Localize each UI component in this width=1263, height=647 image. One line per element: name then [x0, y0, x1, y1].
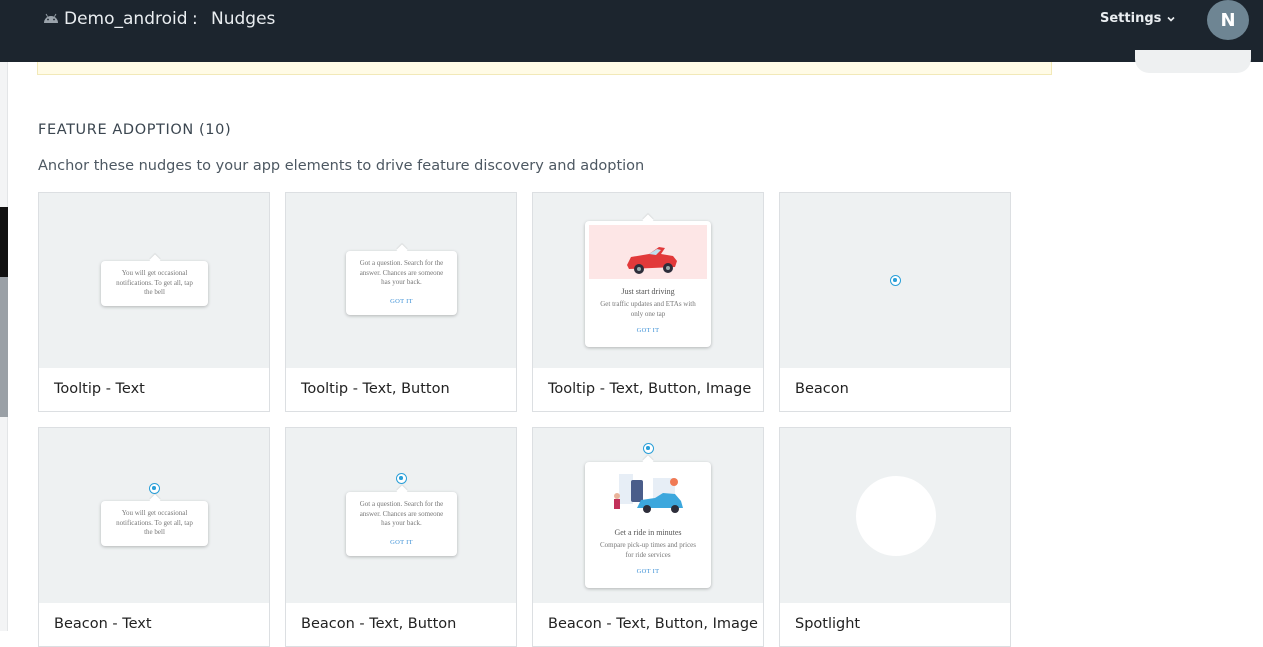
card-label: Tooltip - Text: [54, 381, 145, 397]
sidebar-edge: [0, 62, 8, 631]
nudge-card-spotlight[interactable]: Spotlight: [779, 427, 1011, 647]
tooltip-text: You will get occasional notifications. T…: [116, 509, 193, 536]
spotlight-circle: [856, 476, 936, 556]
action-button-edge[interactable]: [1135, 50, 1251, 73]
nudge-card-beacon[interactable]: Beacon: [779, 192, 1011, 412]
tooltip-text: Compare pick-up times and prices for rid…: [599, 541, 697, 559]
avatar[interactable]: N: [1207, 0, 1249, 40]
card-preview: You will get occasional notifications. T…: [39, 193, 269, 368]
beacon-icon: [396, 473, 407, 484]
card-label: Beacon - Text, Button, Image: [548, 616, 758, 632]
car-illustration: [589, 225, 707, 279]
card-label: Tooltip - Text, Button, Image: [548, 381, 752, 397]
beacon-icon: [149, 483, 160, 494]
card-preview: Got a question. Search for the answer. C…: [286, 193, 516, 368]
card-label: Beacon: [795, 381, 849, 397]
car-icon: [627, 247, 677, 274]
got-it-button: GOT IT: [390, 297, 413, 305]
tooltip-title: Just start driving: [621, 287, 675, 296]
nudge-card-tooltip-text-button-image[interactable]: Just start driving Get traffic updates a…: [532, 192, 764, 412]
tooltip-text: Get traffic updates and ETAs with only o…: [600, 300, 696, 318]
top-bar: Demo_android : Nudges Settings N: [0, 0, 1263, 62]
got-it-button: GOT IT: [636, 327, 660, 334]
got-it-button: GOT IT: [636, 568, 660, 575]
section-description: Anchor these nudges to your app elements…: [38, 158, 645, 174]
breadcrumb-separator: :: [192, 9, 198, 29]
tooltip-preview: Got a question. Search for the answer. C…: [346, 492, 457, 556]
sidebar-edge-dark: [0, 207, 8, 277]
nudge-card-beacon-text-button[interactable]: Got a question. Search for the answer. C…: [285, 427, 517, 647]
card-label: Beacon - Text, Button: [301, 616, 457, 632]
sidebar-edge-gray: [0, 277, 8, 417]
section-title: FEATURE ADOPTION (10): [38, 122, 232, 138]
card-label: Tooltip - Text, Button: [301, 381, 450, 397]
tooltip-preview: You will get occasional notifications. T…: [101, 501, 208, 546]
settings-label: Settings: [1100, 11, 1162, 26]
page-title: Nudges: [211, 9, 276, 29]
beacon-icon: [643, 443, 654, 454]
got-it-button: GOT IT: [390, 538, 413, 546]
tooltip-title: Get a ride in minutes: [614, 528, 682, 537]
beacon-icon: [890, 275, 901, 286]
tooltip-preview: Get a ride in minutes Compare pick-up ti…: [585, 462, 711, 588]
card-preview: Just start driving Get traffic updates a…: [533, 193, 763, 368]
nudge-card-tooltip-text[interactable]: You will get occasional notifications. T…: [38, 192, 270, 412]
tooltip-text: Got a question. Search for the answer. C…: [359, 500, 444, 527]
ride-car-icon: [614, 474, 683, 513]
ride-illustration: [589, 468, 707, 520]
chevron-down-icon: [1167, 16, 1175, 22]
tooltip-preview: You will get occasional notifications. T…: [101, 261, 208, 306]
card-label: Beacon - Text: [54, 616, 152, 632]
avatar-initial: N: [1220, 9, 1236, 31]
tooltip-text: Got a question. Search for the answer. C…: [359, 259, 444, 286]
nudge-card-beacon-text[interactable]: You will get occasional notifications. T…: [38, 427, 270, 647]
tooltip-text: You will get occasional notifications. T…: [116, 269, 193, 296]
notice-banner: [37, 62, 1052, 75]
nudge-card-beacon-text-button-image[interactable]: Get a ride in minutes Compare pick-up ti…: [532, 427, 764, 647]
card-preview: Got a question. Search for the answer. C…: [286, 428, 516, 603]
android-icon: [44, 13, 58, 23]
card-label: Spotlight: [795, 616, 861, 632]
tooltip-preview: Just start driving Get traffic updates a…: [585, 221, 711, 347]
card-preview: You will get occasional notifications. T…: [39, 428, 269, 603]
settings-menu[interactable]: Settings: [1100, 11, 1176, 26]
card-preview: [780, 193, 1010, 368]
app-name[interactable]: Demo_android: [64, 9, 188, 29]
card-preview: Get a ride in minutes Compare pick-up ti…: [533, 428, 763, 603]
tooltip-preview: Got a question. Search for the answer. C…: [346, 251, 457, 315]
card-preview: [780, 428, 1010, 603]
nudge-card-tooltip-text-button[interactable]: Got a question. Search for the answer. C…: [285, 192, 517, 412]
